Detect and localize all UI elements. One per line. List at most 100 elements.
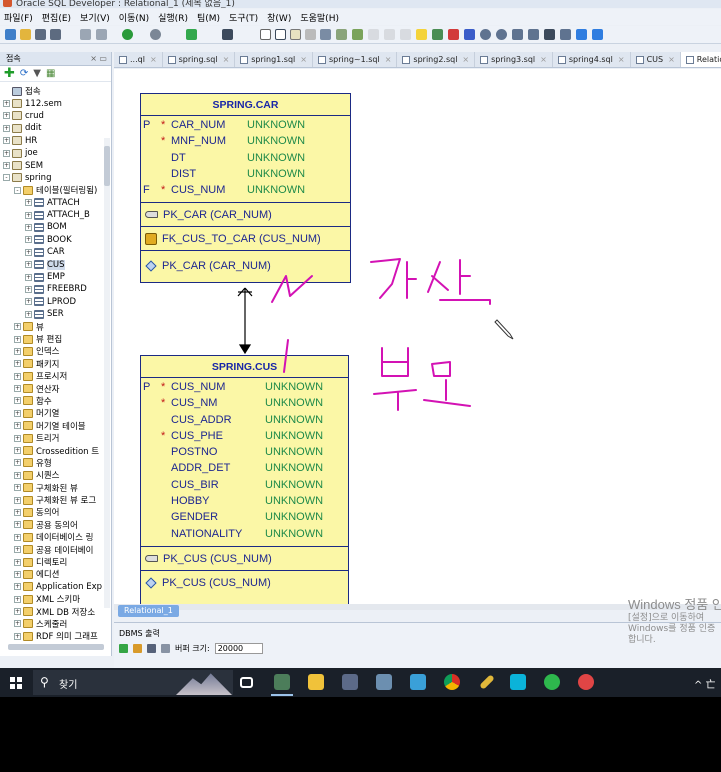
tab-close-icon[interactable]: × [668,52,675,67]
zoom-out-icon[interactable] [496,29,507,40]
arc-tool-icon[interactable] [336,29,347,40]
expand-toggle-icon[interactable]: + [14,546,21,554]
sql-developer-task-icon[interactable] [274,674,290,690]
tree-item[interactable]: + 시퀀스 [0,469,111,481]
expand-toggle-icon[interactable]: + [14,583,21,591]
column-row[interactable]: DIST UNKNOWN [141,167,350,183]
save-output-icon[interactable] [147,644,156,653]
file-explorer-icon[interactable] [308,674,324,690]
tree-item[interactable]: + LPROD [0,296,111,308]
tree-item[interactable]: + 함수 [0,395,111,407]
filter-icon[interactable]: ▼ [33,68,41,79]
schema-browser-icon[interactable]: ▦ [46,68,55,79]
nav-back-icon[interactable] [576,29,587,40]
expand-toggle-icon[interactable]: + [25,285,32,293]
tree-item[interactable]: + EMP [0,271,111,283]
arrow-tool-icon[interactable] [352,29,363,40]
editor-tab[interactable]: spring.sql × [163,52,236,67]
open-icon[interactable] [20,29,31,40]
tree-item[interactable]: + 패키지 [0,358,111,370]
editor-tab[interactable]: spring1.sql × [235,52,313,67]
tree-item[interactable]: + 구체화된 뷰 [0,482,111,494]
tree-item[interactable]: + 에디션 [0,568,111,580]
tree-item[interactable]: + 공용 동의어 [0,519,111,531]
expand-toggle-icon[interactable]: + [25,273,32,281]
expand-toggle-icon[interactable]: + [14,484,21,492]
expand-toggle-icon[interactable]: + [14,409,21,417]
relation-tool-icon[interactable] [320,29,331,40]
tree-item[interactable]: + joe [0,147,111,159]
save-icon[interactable] [35,29,46,40]
expand-toggle-icon[interactable]: - [3,174,10,182]
editor-tab[interactable]: ...ql × [114,52,163,67]
tree-item[interactable]: + SEM [0,159,111,171]
view-tool-icon[interactable] [290,29,301,40]
expand-toggle-icon[interactable]: + [25,298,32,306]
menu-item[interactable]: 파일(F) [4,11,33,24]
tree-item[interactable]: +112.sem [0,97,111,109]
tree-item[interactable]: + 디렉토리 [0,556,111,568]
primary-key-row[interactable]: PK_CUS (CUS_NUM) [141,546,348,570]
expand-toggle-icon[interactable]: + [3,149,10,157]
app-icon-2[interactable] [376,674,392,690]
expand-toggle-icon[interactable]: + [14,335,21,343]
editor-tab[interactable]: CUS × [631,52,681,67]
column-row[interactable]: F * CUS_NUM UNKNOWN [141,183,350,199]
tree-item[interactable]: + 머기열 [0,407,111,419]
expand-toggle-icon[interactable]: + [14,533,21,541]
expand-toggle-icon[interactable]: + [14,570,21,578]
tree-item[interactable]: + 연산자 [0,382,111,395]
menu-item[interactable]: 이동(N) [119,11,149,24]
column-row[interactable]: CUS_ADDR UNKNOWN [141,413,348,429]
enable-output-icon[interactable] [119,644,128,653]
column-row[interactable]: DT UNKNOWN [141,151,350,167]
tab-close-icon[interactable]: × [385,52,392,67]
tree-item[interactable]: 접속 [0,85,111,97]
note-tool-icon[interactable] [368,29,379,40]
refresh-icon[interactable]: ⟳ [20,68,28,79]
tree-item[interactable]: + 프로시저 [0,370,111,382]
expand-toggle-icon[interactable]: + [3,162,10,170]
expand-toggle-icon[interactable]: + [14,459,21,467]
tree-item[interactable]: + 머기열 테이블 [0,420,111,432]
delete-icon[interactable] [448,29,459,40]
tab-close-icon[interactable]: × [462,52,469,67]
fk-tool-icon[interactable] [305,29,316,40]
index-row[interactable]: PK_CUS (CUS_NUM) [141,570,348,594]
primary-key-row[interactable]: PK_CAR (CAR_NUM) [141,202,350,226]
tree-item[interactable]: + 구체화된 뷰 로그 [0,494,111,506]
expand-toggle-icon[interactable]: + [25,199,32,207]
tree-item[interactable]: + Application Exp [0,581,111,593]
app-icon-4[interactable] [510,674,526,690]
tab-close-icon[interactable]: × [540,52,547,67]
expand-toggle-icon[interactable]: + [14,434,21,442]
expand-toggle-icon[interactable]: + [3,137,10,145]
column-row[interactable]: ADDR_DET UNKNOWN [141,461,348,477]
editor-tab[interactable]: spring~1.sql × [313,52,398,67]
panel-minimize-icon[interactable]: × ▭ [90,52,107,66]
expand-toggle-icon[interactable]: + [25,211,32,219]
expand-toggle-icon[interactable]: + [3,100,10,108]
expand-toggle-icon[interactable]: + [14,508,21,516]
column-row[interactable]: HOBBY UNKNOWN [141,494,348,510]
find-icon[interactable] [544,29,555,40]
expand-toggle-icon[interactable]: + [14,521,21,529]
expand-toggle-icon[interactable]: + [14,471,21,479]
expand-toggle-icon[interactable]: + [3,124,10,132]
expand-toggle-icon[interactable]: + [14,595,21,603]
app-icon-3[interactable] [410,674,426,690]
menu-item[interactable]: 도움말(H) [300,11,339,24]
tree-item[interactable]: + XML DB 저장소 [0,605,111,618]
menu-item[interactable]: 팀(M) [197,11,220,24]
editor-tab[interactable]: Relational_1 (제목× [680,52,721,67]
expand-toggle-icon[interactable]: + [25,261,32,269]
tree-item[interactable]: + BOM [0,221,111,233]
tab-close-icon[interactable]: × [300,52,307,67]
index-row[interactable]: PK_CAR (CAR_NUM) [141,250,350,280]
column-row[interactable]: CUS_BIR UNKNOWN [141,478,348,494]
app-icon-1[interactable] [342,674,358,690]
tree-item[interactable]: + RDF 의미 그래프 [0,630,111,642]
expand-toggle-icon[interactable]: + [14,620,21,628]
tree-item[interactable]: + 인덱스 [0,345,111,357]
menu-item[interactable]: 도구(T) [229,11,258,24]
